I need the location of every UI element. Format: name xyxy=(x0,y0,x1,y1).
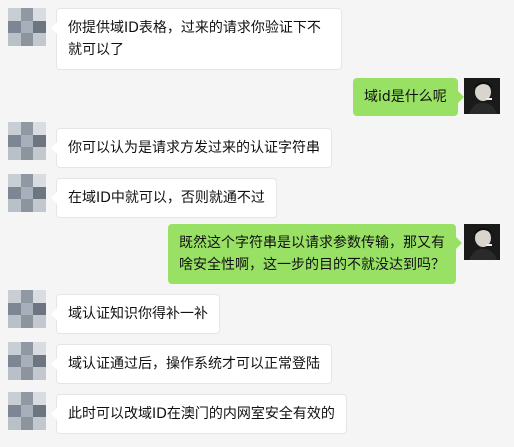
message-bubble-incoming[interactable]: 此时可以改域ID在澳门的内网室安全有效的 xyxy=(51,394,347,434)
user-avatar-icon[interactable] xyxy=(464,224,500,260)
contact-avatar-icon[interactable] xyxy=(8,174,46,212)
message-bubble-incoming[interactable]: 在域ID中就可以，否则就通不过 xyxy=(51,178,277,218)
contact-avatar-icon[interactable] xyxy=(8,342,46,380)
message-bubble-incoming[interactable]: 你可以认为是请求方发过来的认证字符串 xyxy=(51,128,332,168)
message-bubble-incoming[interactable]: 域认证知识你得补一补 xyxy=(51,294,220,334)
contact-avatar-icon[interactable] xyxy=(8,122,46,160)
message-bubble-outgoing[interactable]: 域id是什么呢 xyxy=(353,78,464,116)
contact-avatar-icon[interactable] xyxy=(8,8,46,46)
chat-area: 你提供域ID表格，过来的请求你验证下不就可以了 域id是什么呢 你可以认为是请求… xyxy=(0,0,514,447)
message-bubble-incoming[interactable]: 你提供域ID表格，过来的请求你验证下不就可以了 xyxy=(51,8,342,70)
message-bubble-incoming[interactable]: 域认证通过后，操作系统才可以正常登陆 xyxy=(51,344,332,384)
contact-avatar-icon[interactable] xyxy=(8,392,46,430)
user-avatar-icon[interactable] xyxy=(464,78,500,114)
contact-avatar-icon[interactable] xyxy=(8,290,46,328)
user-photo-icon xyxy=(464,78,500,114)
message-bubble-outgoing[interactable]: 既然这个字符串是以请求参数传输，那又有啥安全性啊，这一步的目的不就没达到吗？ xyxy=(168,224,462,284)
user-photo-icon xyxy=(464,224,500,260)
